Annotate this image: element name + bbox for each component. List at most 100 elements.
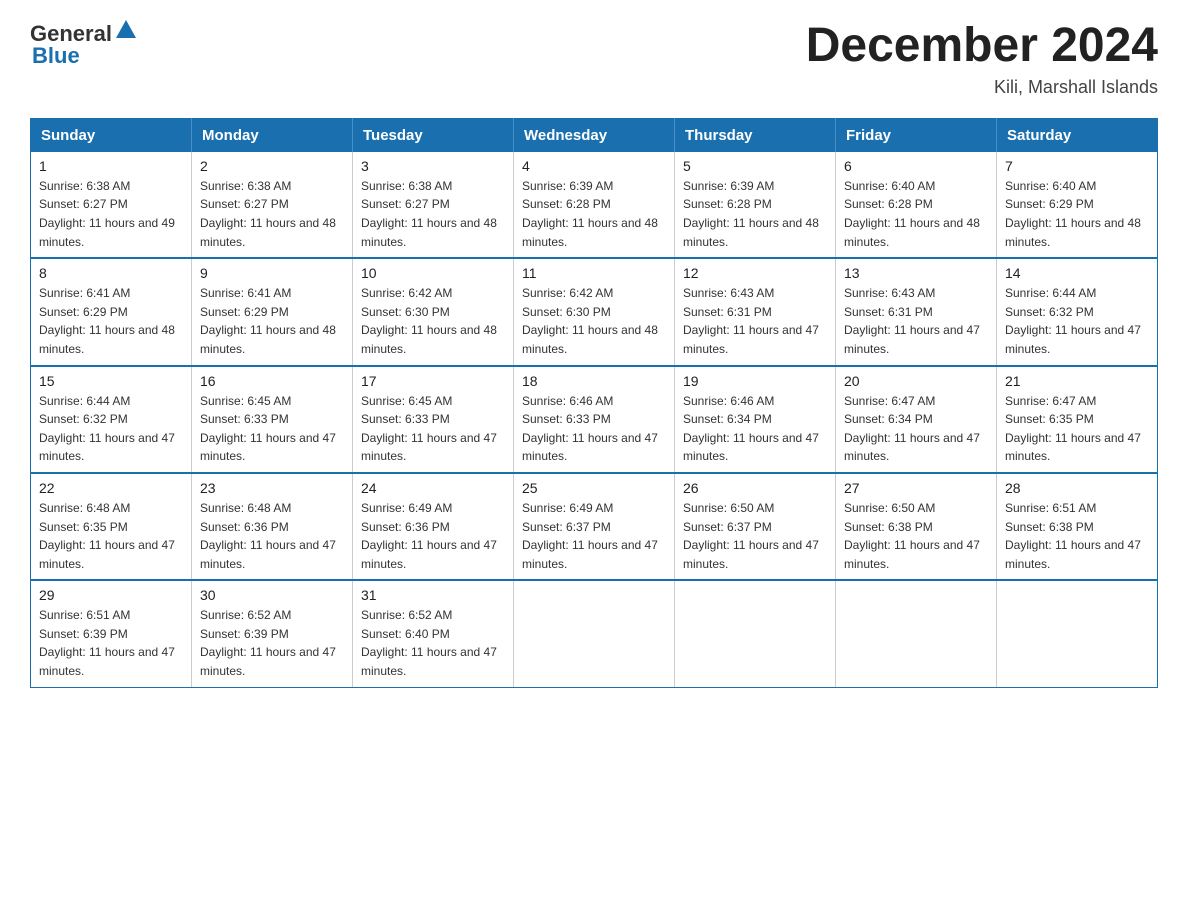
- table-row: 12 Sunrise: 6:43 AMSunset: 6:31 PMDaylig…: [675, 258, 836, 365]
- day-number: 30: [200, 587, 344, 603]
- table-row: 14 Sunrise: 6:44 AMSunset: 6:32 PMDaylig…: [997, 258, 1158, 365]
- day-info: Sunrise: 6:45 AMSunset: 6:33 PMDaylight:…: [361, 394, 497, 464]
- day-info: Sunrise: 6:39 AMSunset: 6:28 PMDaylight:…: [522, 179, 658, 249]
- day-number: 22: [39, 480, 183, 496]
- day-number: 26: [683, 480, 827, 496]
- table-row: [997, 580, 1158, 687]
- day-info: Sunrise: 6:39 AMSunset: 6:28 PMDaylight:…: [683, 179, 819, 249]
- week-row-2: 8 Sunrise: 6:41 AMSunset: 6:29 PMDayligh…: [31, 258, 1158, 365]
- day-number: 23: [200, 480, 344, 496]
- day-info: Sunrise: 6:47 AMSunset: 6:34 PMDaylight:…: [844, 394, 980, 464]
- day-number: 21: [1005, 373, 1149, 389]
- day-number: 2: [200, 158, 344, 174]
- table-row: 30 Sunrise: 6:52 AMSunset: 6:39 PMDaylig…: [192, 580, 353, 687]
- week-row-3: 15 Sunrise: 6:44 AMSunset: 6:32 PMDaylig…: [31, 366, 1158, 473]
- table-row: 13 Sunrise: 6:43 AMSunset: 6:31 PMDaylig…: [836, 258, 997, 365]
- day-info: Sunrise: 6:38 AMSunset: 6:27 PMDaylight:…: [361, 179, 497, 249]
- table-row: 24 Sunrise: 6:49 AMSunset: 6:36 PMDaylig…: [353, 473, 514, 580]
- day-info: Sunrise: 6:40 AMSunset: 6:29 PMDaylight:…: [1005, 179, 1141, 249]
- table-row: 4 Sunrise: 6:39 AMSunset: 6:28 PMDayligh…: [514, 152, 675, 258]
- page-header: General Blue December 2024 Kili, Marshal…: [30, 20, 1158, 98]
- table-row: 8 Sunrise: 6:41 AMSunset: 6:29 PMDayligh…: [31, 258, 192, 365]
- day-number: 10: [361, 265, 505, 281]
- table-row: [675, 580, 836, 687]
- day-info: Sunrise: 6:38 AMSunset: 6:27 PMDaylight:…: [39, 179, 175, 249]
- table-row: 27 Sunrise: 6:50 AMSunset: 6:38 PMDaylig…: [836, 473, 997, 580]
- table-row: 31 Sunrise: 6:52 AMSunset: 6:40 PMDaylig…: [353, 580, 514, 687]
- calendar-table: SundayMondayTuesdayWednesdayThursdayFrid…: [30, 118, 1158, 688]
- day-number: 31: [361, 587, 505, 603]
- table-row: 5 Sunrise: 6:39 AMSunset: 6:28 PMDayligh…: [675, 152, 836, 258]
- day-info: Sunrise: 6:51 AMSunset: 6:38 PMDaylight:…: [1005, 501, 1141, 571]
- day-info: Sunrise: 6:48 AMSunset: 6:35 PMDaylight:…: [39, 501, 175, 571]
- day-info: Sunrise: 6:42 AMSunset: 6:30 PMDaylight:…: [522, 286, 658, 356]
- location-text: Kili, Marshall Islands: [806, 77, 1158, 98]
- logo-blue-text: Blue: [32, 43, 80, 69]
- table-row: 26 Sunrise: 6:50 AMSunset: 6:37 PMDaylig…: [675, 473, 836, 580]
- day-info: Sunrise: 6:46 AMSunset: 6:34 PMDaylight:…: [683, 394, 819, 464]
- day-info: Sunrise: 6:49 AMSunset: 6:37 PMDaylight:…: [522, 501, 658, 571]
- day-info: Sunrise: 6:47 AMSunset: 6:35 PMDaylight:…: [1005, 394, 1141, 464]
- day-info: Sunrise: 6:40 AMSunset: 6:28 PMDaylight:…: [844, 179, 980, 249]
- table-row: 23 Sunrise: 6:48 AMSunset: 6:36 PMDaylig…: [192, 473, 353, 580]
- day-info: Sunrise: 6:43 AMSunset: 6:31 PMDaylight:…: [844, 286, 980, 356]
- table-row: 9 Sunrise: 6:41 AMSunset: 6:29 PMDayligh…: [192, 258, 353, 365]
- day-number: 11: [522, 265, 666, 281]
- header-monday: Monday: [192, 118, 353, 152]
- day-info: Sunrise: 6:51 AMSunset: 6:39 PMDaylight:…: [39, 608, 175, 678]
- day-info: Sunrise: 6:45 AMSunset: 6:33 PMDaylight:…: [200, 394, 336, 464]
- table-row: 1 Sunrise: 6:38 AMSunset: 6:27 PMDayligh…: [31, 152, 192, 258]
- day-info: Sunrise: 6:49 AMSunset: 6:36 PMDaylight:…: [361, 501, 497, 571]
- title-block: December 2024 Kili, Marshall Islands: [806, 20, 1158, 98]
- table-row: [514, 580, 675, 687]
- day-info: Sunrise: 6:52 AMSunset: 6:39 PMDaylight:…: [200, 608, 336, 678]
- table-row: 15 Sunrise: 6:44 AMSunset: 6:32 PMDaylig…: [31, 366, 192, 473]
- day-number: 7: [1005, 158, 1149, 174]
- day-number: 14: [1005, 265, 1149, 281]
- table-row: 28 Sunrise: 6:51 AMSunset: 6:38 PMDaylig…: [997, 473, 1158, 580]
- day-info: Sunrise: 6:43 AMSunset: 6:31 PMDaylight:…: [683, 286, 819, 356]
- day-number: 5: [683, 158, 827, 174]
- day-info: Sunrise: 6:50 AMSunset: 6:37 PMDaylight:…: [683, 501, 819, 571]
- table-row: 10 Sunrise: 6:42 AMSunset: 6:30 PMDaylig…: [353, 258, 514, 365]
- day-number: 17: [361, 373, 505, 389]
- day-info: Sunrise: 6:42 AMSunset: 6:30 PMDaylight:…: [361, 286, 497, 356]
- day-info: Sunrise: 6:52 AMSunset: 6:40 PMDaylight:…: [361, 608, 497, 678]
- day-number: 20: [844, 373, 988, 389]
- table-row: 20 Sunrise: 6:47 AMSunset: 6:34 PMDaylig…: [836, 366, 997, 473]
- day-number: 18: [522, 373, 666, 389]
- table-row: 6 Sunrise: 6:40 AMSunset: 6:28 PMDayligh…: [836, 152, 997, 258]
- header-tuesday: Tuesday: [353, 118, 514, 152]
- week-row-1: 1 Sunrise: 6:38 AMSunset: 6:27 PMDayligh…: [31, 152, 1158, 258]
- day-number: 1: [39, 158, 183, 174]
- day-number: 4: [522, 158, 666, 174]
- day-info: Sunrise: 6:44 AMSunset: 6:32 PMDaylight:…: [1005, 286, 1141, 356]
- table-row: 25 Sunrise: 6:49 AMSunset: 6:37 PMDaylig…: [514, 473, 675, 580]
- day-number: 9: [200, 265, 344, 281]
- day-number: 8: [39, 265, 183, 281]
- day-number: 16: [200, 373, 344, 389]
- table-row: 17 Sunrise: 6:45 AMSunset: 6:33 PMDaylig…: [353, 366, 514, 473]
- day-number: 12: [683, 265, 827, 281]
- day-number: 13: [844, 265, 988, 281]
- week-row-4: 22 Sunrise: 6:48 AMSunset: 6:35 PMDaylig…: [31, 473, 1158, 580]
- day-number: 24: [361, 480, 505, 496]
- header-row: SundayMondayTuesdayWednesdayThursdayFrid…: [31, 118, 1158, 152]
- day-info: Sunrise: 6:46 AMSunset: 6:33 PMDaylight:…: [522, 394, 658, 464]
- day-info: Sunrise: 6:48 AMSunset: 6:36 PMDaylight:…: [200, 501, 336, 571]
- day-number: 27: [844, 480, 988, 496]
- table-row: 29 Sunrise: 6:51 AMSunset: 6:39 PMDaylig…: [31, 580, 192, 687]
- header-friday: Friday: [836, 118, 997, 152]
- day-number: 29: [39, 587, 183, 603]
- table-row: 21 Sunrise: 6:47 AMSunset: 6:35 PMDaylig…: [997, 366, 1158, 473]
- table-row: 2 Sunrise: 6:38 AMSunset: 6:27 PMDayligh…: [192, 152, 353, 258]
- table-row: 18 Sunrise: 6:46 AMSunset: 6:33 PMDaylig…: [514, 366, 675, 473]
- day-info: Sunrise: 6:41 AMSunset: 6:29 PMDaylight:…: [39, 286, 175, 356]
- day-number: 15: [39, 373, 183, 389]
- day-info: Sunrise: 6:44 AMSunset: 6:32 PMDaylight:…: [39, 394, 175, 464]
- logo: General Blue: [30, 20, 137, 69]
- table-row: 19 Sunrise: 6:46 AMSunset: 6:34 PMDaylig…: [675, 366, 836, 473]
- day-number: 19: [683, 373, 827, 389]
- header-sunday: Sunday: [31, 118, 192, 152]
- logo-triangle-icon: [115, 18, 137, 40]
